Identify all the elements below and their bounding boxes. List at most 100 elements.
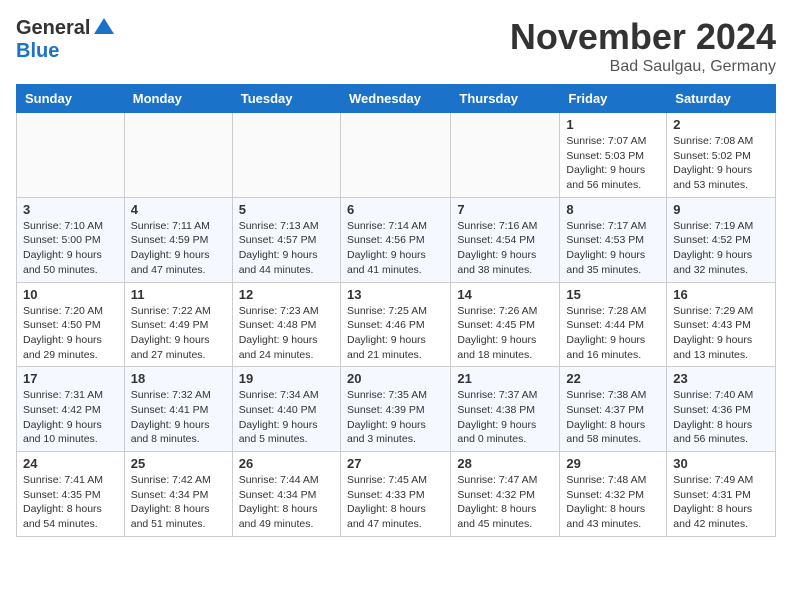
day-info: Sunrise: 7:44 AMSunset: 4:34 PMDaylight:… xyxy=(239,473,334,532)
table-row: 8 Sunrise: 7:17 AMSunset: 4:53 PMDaylight… xyxy=(560,197,667,282)
day-number: 4 xyxy=(131,202,226,217)
header-monday: Monday xyxy=(124,85,232,113)
table-row: 14 Sunrise: 7:26 AMSunset: 4:45 PMDayligh… xyxy=(451,282,560,367)
day-number: 23 xyxy=(673,371,769,386)
logo-icon xyxy=(92,16,116,40)
day-info: Sunrise: 7:42 AMSunset: 4:34 PMDaylight:… xyxy=(131,473,226,532)
day-number: 14 xyxy=(457,287,553,302)
table-row: 13 Sunrise: 7:25 AMSunset: 4:46 PMDayligh… xyxy=(340,282,450,367)
day-info: Sunrise: 7:25 AMSunset: 4:46 PMDaylight:… xyxy=(347,304,444,363)
day-number: 12 xyxy=(239,287,334,302)
month-title: November 2024 xyxy=(510,16,776,58)
table-row: 26 Sunrise: 7:44 AMSunset: 4:34 PMDayligh… xyxy=(232,452,340,537)
day-info: Sunrise: 7:40 AMSunset: 4:36 PMDaylight:… xyxy=(673,388,769,447)
day-number: 21 xyxy=(457,371,553,386)
header-tuesday: Tuesday xyxy=(232,85,340,113)
table-row: 2 Sunrise: 7:08 AMSunset: 5:02 PMDaylight… xyxy=(667,113,776,198)
day-number: 19 xyxy=(239,371,334,386)
day-info: Sunrise: 7:19 AMSunset: 4:52 PMDaylight:… xyxy=(673,219,769,278)
day-number: 20 xyxy=(347,371,444,386)
header-sunday: Sunday xyxy=(17,85,125,113)
day-number: 10 xyxy=(23,287,118,302)
table-row: 3 Sunrise: 7:10 AMSunset: 5:00 PMDaylight… xyxy=(17,197,125,282)
table-row: 20Sunrise: 7:35 AMSunset: 4:39 PMDayligh… xyxy=(340,367,450,452)
day-info: Sunrise: 7:07 AMSunset: 5:03 PMDaylight:… xyxy=(566,134,660,193)
table-row: 6 Sunrise: 7:14 AMSunset: 4:56 PMDaylight… xyxy=(340,197,450,282)
day-number: 17 xyxy=(23,371,118,386)
table-row: 21Sunrise: 7:37 AMSunset: 4:38 PMDayligh… xyxy=(451,367,560,452)
title-section: November 2024 Bad Saulgau, Germany xyxy=(510,16,776,76)
table-row: 9Sunrise: 7:19 AMSunset: 4:52 PMDaylight… xyxy=(667,197,776,282)
table-row xyxy=(451,113,560,198)
day-number: 6 xyxy=(347,202,444,217)
week-row-3: 10 Sunrise: 7:20 AMSunset: 4:50 PMDayligh… xyxy=(17,282,776,367)
day-info: Sunrise: 7:41 AMSunset: 4:35 PMDaylight:… xyxy=(23,473,118,532)
day-number: 15 xyxy=(566,287,660,302)
day-number: 22 xyxy=(566,371,660,386)
week-row-4: 17 Sunrise: 7:31 AMSunset: 4:42 PMDayligh… xyxy=(17,367,776,452)
day-info: Sunrise: 7:49 AMSunset: 4:31 PMDaylight:… xyxy=(673,473,769,532)
table-row xyxy=(124,113,232,198)
table-row: 18Sunrise: 7:32 AMSunset: 4:41 PMDayligh… xyxy=(124,367,232,452)
day-info: Sunrise: 7:14 AMSunset: 4:56 PMDaylight:… xyxy=(347,219,444,278)
table-row: 29Sunrise: 7:48 AMSunset: 4:32 PMDayligh… xyxy=(560,452,667,537)
day-number: 1 xyxy=(566,117,660,132)
table-row: 12 Sunrise: 7:23 AMSunset: 4:48 PMDayligh… xyxy=(232,282,340,367)
table-row xyxy=(17,113,125,198)
table-row: 5 Sunrise: 7:13 AMSunset: 4:57 PMDaylight… xyxy=(232,197,340,282)
table-row: 17 Sunrise: 7:31 AMSunset: 4:42 PMDayligh… xyxy=(17,367,125,452)
day-number: 18 xyxy=(131,371,226,386)
day-info: Sunrise: 7:10 AMSunset: 5:00 PMDaylight:… xyxy=(23,219,118,278)
day-number: 27 xyxy=(347,456,444,471)
day-info: Sunrise: 7:22 AMSunset: 4:49 PMDaylight:… xyxy=(131,304,226,363)
day-number: 29 xyxy=(566,456,660,471)
day-info: Sunrise: 7:38 AMSunset: 4:37 PMDaylight:… xyxy=(566,388,660,447)
day-info: Sunrise: 7:13 AMSunset: 4:57 PMDaylight:… xyxy=(239,219,334,278)
day-number: 11 xyxy=(131,287,226,302)
day-number: 16 xyxy=(673,287,769,302)
page-header: General Blue November 2024 Bad Saulgau, … xyxy=(16,16,776,76)
day-info: Sunrise: 7:11 AMSunset: 4:59 PMDaylight:… xyxy=(131,219,226,278)
day-info: Sunrise: 7:31 AMSunset: 4:42 PMDaylight:… xyxy=(23,388,118,447)
table-row: 30 Sunrise: 7:49 AMSunset: 4:31 PMDayligh… xyxy=(667,452,776,537)
logo-blue-text: Blue xyxy=(16,40,59,63)
table-row: 23 Sunrise: 7:40 AMSunset: 4:36 PMDayligh… xyxy=(667,367,776,452)
day-number: 28 xyxy=(457,456,553,471)
header-wednesday: Wednesday xyxy=(340,85,450,113)
week-row-2: 3 Sunrise: 7:10 AMSunset: 5:00 PMDaylight… xyxy=(17,197,776,282)
day-info: Sunrise: 7:08 AMSunset: 5:02 PMDaylight:… xyxy=(673,134,769,193)
table-row: 27 Sunrise: 7:45 AMSunset: 4:33 PMDayligh… xyxy=(340,452,450,537)
day-number: 26 xyxy=(239,456,334,471)
day-number: 7 xyxy=(457,202,553,217)
day-number: 8 xyxy=(566,202,660,217)
day-info: Sunrise: 7:20 AMSunset: 4:50 PMDaylight:… xyxy=(23,304,118,363)
table-row: 7 Sunrise: 7:16 AMSunset: 4:54 PMDaylight… xyxy=(451,197,560,282)
table-row: 25Sunrise: 7:42 AMSunset: 4:34 PMDayligh… xyxy=(124,452,232,537)
day-info: Sunrise: 7:16 AMSunset: 4:54 PMDaylight:… xyxy=(457,219,553,278)
table-row xyxy=(232,113,340,198)
calendar-header-row: Sunday Monday Tuesday Wednesday Thursday… xyxy=(17,85,776,113)
day-number: 3 xyxy=(23,202,118,217)
table-row xyxy=(340,113,450,198)
table-row: 11 Sunrise: 7:22 AMSunset: 4:49 PMDayligh… xyxy=(124,282,232,367)
table-row: 22 Sunrise: 7:38 AMSunset: 4:37 PMDayligh… xyxy=(560,367,667,452)
logo-general-text: General xyxy=(16,17,90,40)
table-row: 16Sunrise: 7:29 AMSunset: 4:43 PMDayligh… xyxy=(667,282,776,367)
day-number: 13 xyxy=(347,287,444,302)
day-number: 5 xyxy=(239,202,334,217)
table-row: 15Sunrise: 7:28 AMSunset: 4:44 PMDayligh… xyxy=(560,282,667,367)
week-row-5: 24Sunrise: 7:41 AMSunset: 4:35 PMDayligh… xyxy=(17,452,776,537)
day-info: Sunrise: 7:26 AMSunset: 4:45 PMDaylight:… xyxy=(457,304,553,363)
day-info: Sunrise: 7:23 AMSunset: 4:48 PMDaylight:… xyxy=(239,304,334,363)
day-info: Sunrise: 7:34 AMSunset: 4:40 PMDaylight:… xyxy=(239,388,334,447)
header-friday: Friday xyxy=(560,85,667,113)
day-info: Sunrise: 7:45 AMSunset: 4:33 PMDaylight:… xyxy=(347,473,444,532)
header-thursday: Thursday xyxy=(451,85,560,113)
logo: General Blue xyxy=(16,16,116,63)
day-number: 2 xyxy=(673,117,769,132)
table-row: 10 Sunrise: 7:20 AMSunset: 4:50 PMDayligh… xyxy=(17,282,125,367)
day-number: 30 xyxy=(673,456,769,471)
table-row: 28 Sunrise: 7:47 AMSunset: 4:32 PMDayligh… xyxy=(451,452,560,537)
day-info: Sunrise: 7:47 AMSunset: 4:32 PMDaylight:… xyxy=(457,473,553,532)
day-info: Sunrise: 7:17 AMSunset: 4:53 PMDaylight:… xyxy=(566,219,660,278)
